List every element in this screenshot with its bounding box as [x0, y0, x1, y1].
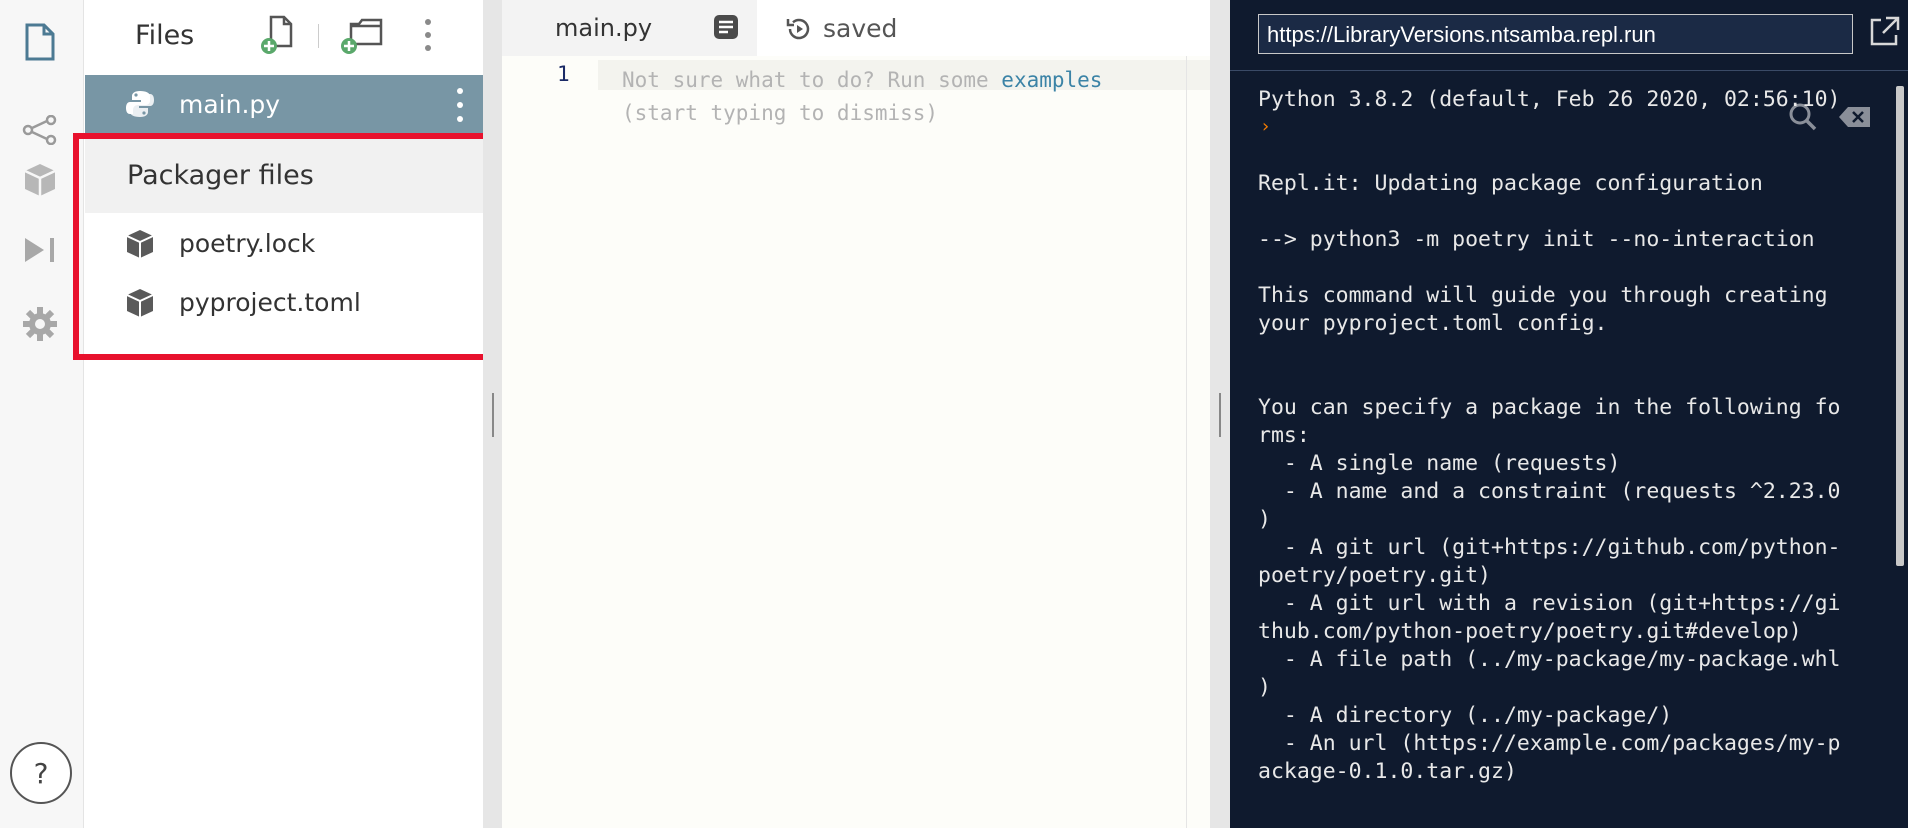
editor-placeholder[interactable]: Not sure what to do? Run some examples (… — [622, 64, 1102, 130]
code-editor: main.py saved 1 Not sure what to do? Run… — [502, 0, 1210, 828]
file-item-main-py[interactable]: main.py — [85, 75, 483, 133]
placeholder-text: Not sure what to do? Run some — [622, 68, 1002, 92]
resizer-grip — [1219, 393, 1221, 437]
package-icon[interactable] — [18, 158, 62, 202]
console-panel: https://LibraryVersions.ntsamba.repl.run… — [1230, 0, 1908, 828]
files-header: Files — [85, 0, 483, 72]
repl-url: https://LibraryVersions.ntsamba.repl.run — [1267, 22, 1656, 47]
console-output[interactable]: Python 3.8.2 (default, Feb 26 2020, 02:5… — [1258, 86, 1840, 786]
save-status-label: saved — [823, 14, 898, 43]
settings-icon[interactable] — [18, 302, 62, 346]
resizer-grip — [492, 393, 494, 437]
print-margin — [1186, 56, 1187, 828]
panel-resizer[interactable] — [483, 0, 502, 828]
console-scrollbar[interactable] — [1896, 86, 1904, 566]
clear-console-icon[interactable] — [1838, 105, 1872, 133]
python-icon — [125, 89, 155, 123]
document-format-icon[interactable] — [713, 14, 739, 44]
line-number: 1 — [557, 62, 570, 86]
examples-link[interactable]: examples — [1001, 68, 1102, 92]
new-folder-button[interactable] — [337, 14, 387, 56]
files-title: Files — [135, 20, 195, 51]
tab-main-py[interactable]: main.py — [502, 0, 757, 56]
run-icon[interactable] — [18, 228, 62, 272]
header-divider — [318, 24, 319, 48]
open-in-new-tab-icon[interactable] — [1867, 15, 1901, 53]
console-prompt: › — [1260, 116, 1271, 137]
repl-url-bar[interactable]: https://LibraryVersions.ntsamba.repl.run — [1258, 14, 1853, 54]
file-name: main.py — [179, 90, 281, 119]
save-status: saved — [785, 14, 897, 43]
editor-tab-bar: main.py saved — [502, 0, 1210, 56]
files-panel: Files main.py — [85, 0, 483, 828]
new-file-button[interactable] — [253, 14, 303, 56]
activity-rail: ? — [0, 0, 84, 828]
add-file-icon — [261, 15, 293, 54]
file-icon[interactable] — [18, 20, 62, 64]
highlight-box — [73, 133, 494, 360]
add-folder-icon — [341, 18, 383, 54]
panel-resizer[interactable] — [1210, 0, 1230, 828]
share-icon[interactable] — [18, 108, 62, 152]
placeholder-dismiss-hint: (start typing to dismiss) — [622, 101, 939, 125]
help-button[interactable]: ? — [10, 742, 72, 804]
tab-label: main.py — [555, 14, 653, 42]
console-divider — [1230, 70, 1908, 71]
file-more-menu-icon[interactable] — [450, 88, 470, 122]
files-more-menu-icon[interactable] — [418, 19, 438, 51]
history-icon — [786, 18, 810, 39]
